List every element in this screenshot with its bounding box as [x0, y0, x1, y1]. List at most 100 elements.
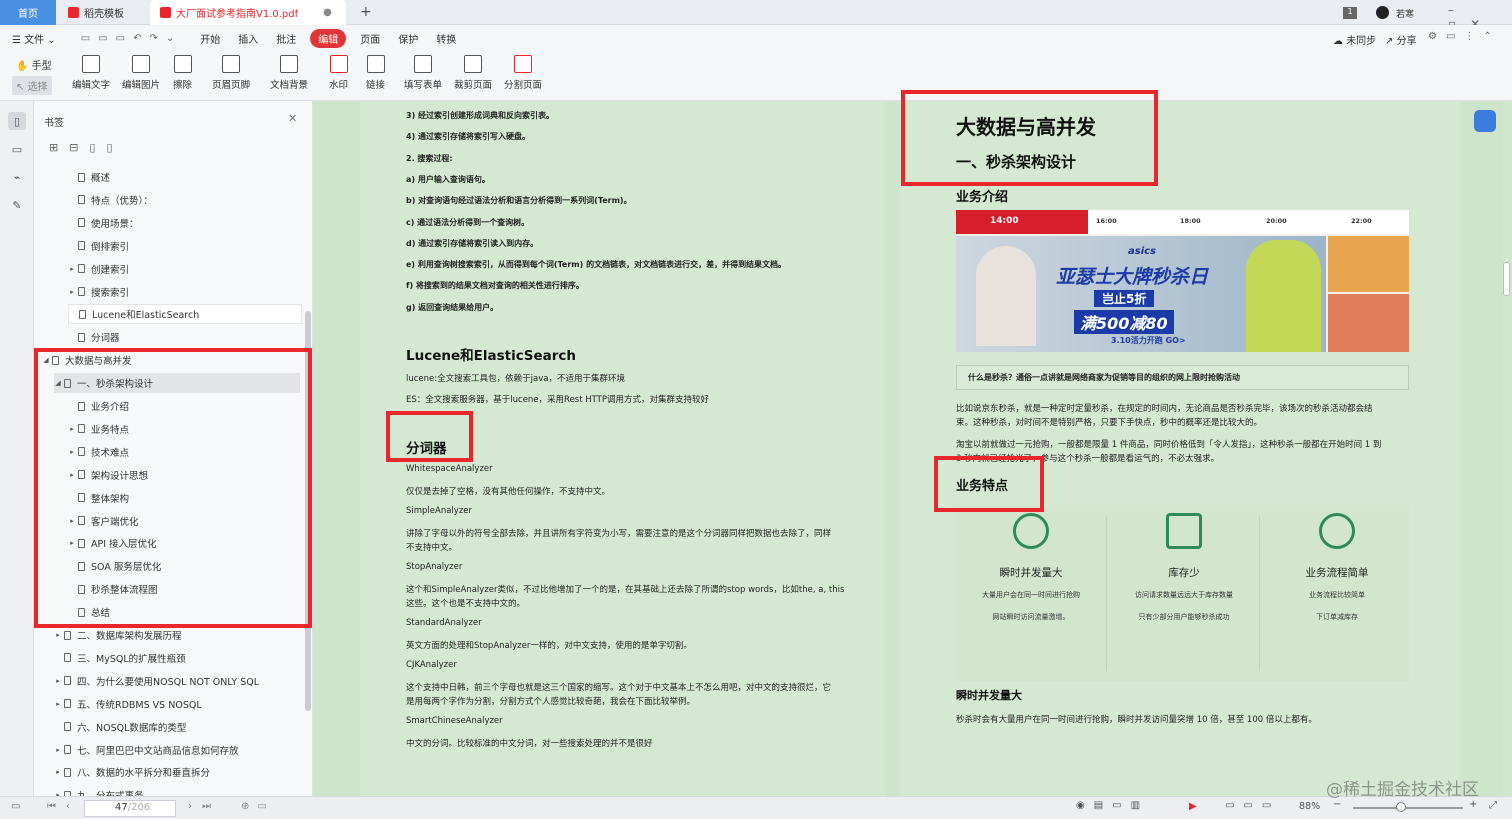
bookmark-item[interactable]: Lucene和ElasticSearch [68, 304, 302, 325]
bookmark-item[interactable]: ▸ 创建索引 [68, 259, 129, 279]
banner-slot-3: 20:00 [1266, 217, 1287, 225]
bookmark-item[interactable]: ▸ 二、数据库架构发展历程 [54, 625, 182, 645]
quick-access-icons[interactable]: ▭▭▭↶↷⌄ [81, 33, 182, 44]
crop-icon [464, 55, 482, 73]
erase-button[interactable]: 擦除 [173, 55, 192, 91]
bookmark-item[interactable]: 倒排索引 [68, 236, 129, 256]
bookmark-item[interactable]: ▸ 搜索索引 [68, 282, 129, 302]
signature-icon[interactable]: ✎ [8, 196, 26, 214]
bookmark-item[interactable]: 分词器 [68, 327, 120, 347]
document-scrollbar[interactable] [1503, 262, 1510, 296]
expand-arrow-icon[interactable]: ▸ [54, 768, 62, 776]
watermark-text: @稀土掘金技术社区 [1326, 780, 1479, 800]
bookmark-item[interactable]: ▸ 八、数据的水平拆分和垂直拆分 [54, 762, 210, 782]
fullscreen-icon[interactable]: ⤢ [1489, 800, 1497, 811]
expand-arrow-icon[interactable]: ▸ [54, 631, 62, 639]
menu-edit[interactable]: 编辑 [310, 28, 347, 48]
tab-home[interactable]: 首页 [0, 0, 56, 25]
fit-icons[interactable]: ▭▭▭ [1225, 800, 1280, 811]
fill-form-button[interactable]: 填写表单 [404, 55, 442, 91]
crop-page-button[interactable]: 裁剪页面 [454, 55, 492, 91]
menu-bar: ☰ 文件 ⌄ ▭▭▭↶↷⌄ 开始 插入 批注 编辑 页面 保护 转换 ☁ 未同步… [0, 25, 1512, 51]
play-icon[interactable]: ▶ [1189, 801, 1197, 812]
watermark-button[interactable]: 水印 [329, 55, 348, 91]
file-menu[interactable]: ☰ 文件 ⌄ [12, 31, 56, 46]
menu-protect[interactable]: 保护 [398, 31, 418, 46]
edit-toolbar: ✋ 手型 ↖ 选择 编辑文字 编辑图片 擦除 页眉页脚 文档背景 水印 链接 填… [0, 51, 1512, 101]
bookmark-item-label: 创建索引 [91, 264, 130, 276]
bookmark-item[interactable]: ▸ 五、传统RDBMS VS NOSQL [54, 694, 202, 714]
user-name[interactable]: 若寒 [1396, 7, 1414, 20]
thumbnail-icon[interactable]: ▭ [8, 140, 26, 158]
next-last-page-icons[interactable]: ›⏭ [188, 801, 221, 812]
sync-status[interactable]: ☁ 未同步 [1333, 32, 1376, 47]
page-number-field[interactable]: 47/206 [84, 800, 176, 817]
expand-arrow-icon[interactable]: ▸ [54, 746, 62, 754]
bookmark-item[interactable]: 三、MySQL的扩展性瓶颈 [54, 648, 186, 668]
zoom-out-icon[interactable]: − [1333, 799, 1341, 810]
zoom-in-icon[interactable]: + [1469, 799, 1477, 810]
bookmark-item[interactable]: ▸九、分布式事务 [54, 785, 144, 796]
doc-background-button[interactable]: 文档背景 [270, 55, 308, 91]
hand-tool[interactable]: ✋ 手型 [16, 57, 52, 72]
edit-text-button[interactable]: 编辑文字 [72, 55, 110, 91]
avatar[interactable] [1376, 6, 1389, 19]
edit-image-button[interactable]: 编辑图片 [122, 55, 160, 91]
new-tab-icon[interactable]: + [360, 4, 372, 20]
bookmark-item-icon [78, 241, 85, 251]
first-prev-page-icons[interactable]: ⏮‹ [47, 801, 80, 812]
menu-convert[interactable]: 转换 [436, 31, 456, 46]
panel-title: 书签 [44, 118, 64, 129]
share-button[interactable]: ↗ 分享 [1385, 32, 1417, 47]
bookmark-item[interactable]: ▸ 七、阿里巴巴中文站商品信息如何存放 [54, 740, 239, 760]
bookmark-item[interactable]: 概述 [68, 167, 110, 187]
zoom-level[interactable]: 88% [1299, 801, 1320, 812]
bookmark-item-label: 三、MySQL的扩展性瓶颈 [77, 653, 186, 665]
bookmark-item[interactable]: 使用场景： [68, 213, 139, 233]
page-tools-icons[interactable]: ⊕▭ [241, 801, 275, 812]
zoom-slider-handle[interactable] [1396, 802, 1406, 812]
expand-arrow-icon[interactable]: ▸ [68, 265, 76, 273]
search-step-line: 2. 搜索过程: [406, 153, 453, 163]
expand-arrow-icon[interactable]: ▸ [54, 677, 62, 685]
feature-item: 库存少 访问请求数量远远大于库存数量 只有少部分用户能够秒杀成功 [1109, 513, 1259, 622]
eraser-icon [173, 55, 192, 73]
feature-title: 瞬时并发量大 [999, 567, 1063, 579]
close-tab-icon[interactable]: ● [323, 7, 332, 18]
menu-insert[interactable]: 插入 [238, 31, 258, 46]
zoom-slider[interactable] [1353, 807, 1463, 809]
bookmark-item-icon [64, 630, 71, 640]
bookmark-item[interactable]: 六、NOSQL数据库的类型 [54, 717, 186, 737]
view-mode-icons[interactable]: ◉▤▭▥ [1076, 800, 1149, 811]
share-label: 分享 [1396, 36, 1417, 47]
bookmark-icon[interactable]: ▯ [8, 112, 26, 130]
bookmark-item[interactable]: 特点（优势）： [68, 190, 153, 210]
bookmark-item-label: 六、NOSQL数据库的类型 [77, 722, 187, 734]
menu-annotate[interactable]: 批注 [276, 31, 296, 46]
watermark-label: 水印 [329, 80, 349, 91]
assistant-icon[interactable] [1474, 110, 1496, 132]
bookmark-tools-icons[interactable]: ⊞⊟▯▯ [49, 141, 124, 154]
close-panel-icon[interactable]: ✕ [288, 112, 297, 125]
feature-divider-1 [1106, 516, 1107, 671]
expand-arrow-icon[interactable]: ▸ [68, 288, 76, 296]
highlight-box-feature [934, 456, 1044, 512]
search-step-line: a) 用户输入查询语句。 [406, 174, 490, 184]
sidebar-toggle-icon[interactable]: ▭ [11, 801, 20, 812]
menu-start[interactable]: 开始 [200, 31, 220, 46]
search-step-line: d) 通过索引存储将索引读入到内存。 [406, 238, 539, 248]
menu-page[interactable]: 页面 [360, 31, 380, 46]
link-button[interactable]: 链接 [366, 55, 385, 91]
header-footer-button[interactable]: 页眉页脚 [212, 55, 250, 91]
more-icons[interactable]: ⚙▭⋮⌃ [1428, 31, 1501, 42]
tab-templates[interactable]: 稻壳模板 [58, 0, 148, 25]
expand-arrow-icon[interactable]: ▸ [54, 700, 62, 708]
tokenizer-line: 是用每两个字作为分割，分割方式个人感觉比较奇葩，我会在下面比较举例。 [406, 697, 696, 707]
bookmark-item-label: 九、分布式事务 [77, 788, 144, 796]
attachment-icon[interactable]: ⌁ [8, 168, 26, 186]
bookmark-item[interactable]: ▸ 四、为什么要使用NOSQL NOT ONLY SQL [54, 671, 259, 691]
split-page-button[interactable]: 分割页面 [504, 55, 542, 91]
select-tool[interactable]: ↖ 选择 [12, 76, 52, 95]
tab-pdf-document[interactable]: 大厂面试参考指南V1.0.pdf ● [150, 0, 346, 25]
banner-date: 3.10活力开跑 GO> [1111, 336, 1186, 345]
